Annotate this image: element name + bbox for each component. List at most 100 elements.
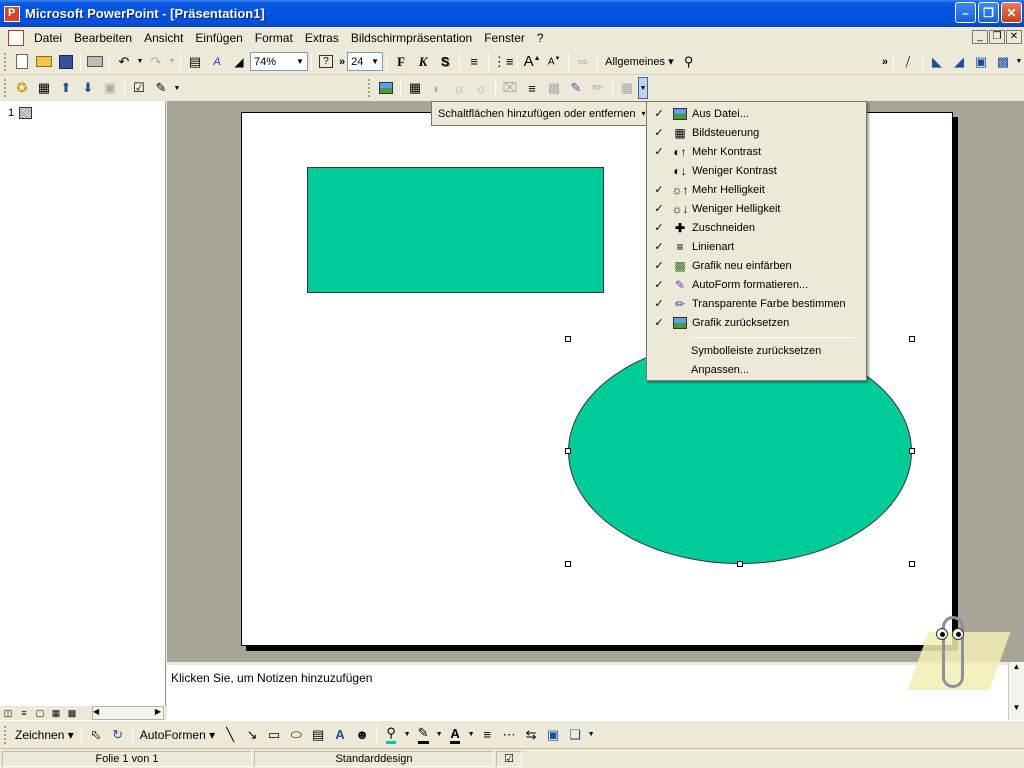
bold-button[interactable]: F (390, 51, 412, 73)
toolbar-options-chevron[interactable]: » (880, 56, 890, 68)
slide-view-icon[interactable]: ▢ (32, 708, 48, 719)
toolbar-btn-2[interactable]: ▦ (33, 77, 55, 99)
line-color-button[interactable]: ✎ (412, 724, 434, 746)
menu-datei[interactable]: Datei (28, 28, 68, 48)
menu-item-grafik-neu-einfaerben[interactable]: ✓ ▩ Grafik neu einfärben (648, 256, 867, 275)
fill-color-dropdown[interactable]: ▼ (402, 724, 412, 746)
picture-toolbar-options[interactable]: ▼ (638, 77, 648, 99)
redo-button[interactable]: ↷ (145, 51, 167, 73)
3d-button[interactable]: ❏ (564, 724, 586, 746)
toolbar-btn-6[interactable]: ☑ (128, 77, 150, 99)
font-color-dropdown[interactable]: ▼ (466, 724, 476, 746)
fill-color-button[interactable]: ▩ (992, 51, 1014, 73)
menu-item-autoform-formatieren[interactable]: ✓ ✎ AutoForm formatieren... (648, 275, 867, 294)
reset-toolbar-item[interactable]: Symbolleiste zurücksetzen (691, 345, 821, 357)
slide-thumbnail-icon[interactable] (19, 107, 32, 119)
menu-fenster[interactable]: Fenster (478, 28, 531, 48)
toolbar-btn-dropdown[interactable]: ▼ (172, 77, 182, 99)
insert-new-slide-button[interactable]: ▤ (184, 51, 206, 73)
grayscale-button[interactable]: ◢ (228, 51, 250, 73)
recolor-button[interactable]: ▩ (543, 77, 565, 99)
order-button[interactable]: ▣ (970, 51, 992, 73)
menu-item-mehr-kontrast[interactable]: ✓ ◐↑ Mehr Kontrast (648, 142, 867, 161)
help-button[interactable]: ? (315, 51, 337, 73)
restore-button[interactable]: ❐ (978, 2, 999, 23)
toolbar-btn-4[interactable]: ⬇ (77, 77, 99, 99)
less-brightness-button[interactable]: ☼ (470, 77, 492, 99)
decrease-font-button[interactable]: A▼ (543, 51, 565, 73)
close-button[interactable]: ✕ (1001, 2, 1022, 23)
resize-handle[interactable] (737, 561, 743, 567)
notes-pane[interactable]: Klicken Sie, um Notizen hinzuzufügen (167, 662, 1008, 720)
arrow-button[interactable]: ↘ (241, 724, 263, 746)
scroll-left-icon[interactable]: ◀ (93, 707, 99, 716)
toolbar-btn-5[interactable]: ▣ (99, 77, 121, 99)
shadow-button[interactable]: S (434, 51, 456, 73)
menu-einfuegen[interactable]: Einfügen (189, 28, 248, 48)
fill-color-button[interactable]: ⚲ (380, 724, 402, 746)
toolbar-grip[interactable] (4, 79, 8, 97)
customize-item[interactable]: Anpassen... (691, 364, 749, 376)
fill-color-dropdown[interactable]: ▼ (1014, 51, 1024, 73)
draw-menu-button[interactable]: Zeichnen ▾ (11, 728, 78, 742)
resize-handle[interactable] (909, 448, 915, 454)
more-contrast-button[interactable]: ◐ (426, 77, 448, 99)
menu-bildschirmpraesentation[interactable]: Bildschirmpräsentation (345, 28, 478, 48)
toolbar-grip[interactable] (4, 725, 8, 744)
drawing-toolbar-options[interactable]: ▼ (586, 724, 596, 746)
clipart-button[interactable]: ☻ (351, 724, 373, 746)
chevron-down-icon[interactable]: ▼ (293, 53, 307, 70)
document-icon[interactable] (8, 30, 24, 46)
menu-bearbeiten[interactable]: Bearbeiten (68, 28, 138, 48)
menu-extras[interactable]: Extras (299, 28, 345, 48)
menu-help[interactable]: ? (531, 28, 550, 48)
rectangle-shape[interactable] (307, 167, 604, 293)
rectangle-button[interactable]: ▭ (263, 724, 285, 746)
outline-view-icon[interactable]: ≡ (16, 708, 32, 718)
send-backward-button[interactable]: ◢ (948, 51, 970, 73)
line-color-button[interactable]: ⧸ (897, 51, 919, 73)
toolbar-btn-7[interactable]: ✎ (150, 77, 172, 99)
menu-item-weniger-helligkeit[interactable]: ✓ ☼↓ Weniger Helligkeit (648, 199, 867, 218)
minimize-button[interactable]: – (955, 2, 976, 23)
menu-item-transparente-farbe[interactable]: ✓ ✏ Transparente Farbe bestimmen (648, 294, 867, 313)
bullets-button[interactable]: ⋮≡ (492, 51, 514, 73)
shadow-button[interactable]: ▣ (542, 724, 564, 746)
menu-ansicht[interactable]: Ansicht (138, 28, 189, 48)
menu-format[interactable]: Format (249, 28, 299, 48)
select-objects-button[interactable]: ⬁ (85, 724, 107, 746)
font-color-button[interactable]: A (444, 724, 466, 746)
scroll-up-icon[interactable]: ▲ (1009, 662, 1024, 671)
menu-item-zuschneiden[interactable]: ✓ ✚ Zuschneiden (648, 218, 867, 237)
more-brightness-button[interactable]: ☼ (448, 77, 470, 99)
slideshow-icon[interactable]: ▩ (64, 708, 80, 719)
menu-item-aus-datei[interactable]: ✓ Aus Datei... (648, 104, 867, 123)
line-color-dropdown[interactable]: ▼ (434, 724, 444, 746)
text-box-button[interactable]: ▤ (307, 724, 329, 746)
reset-picture-button[interactable]: ▦ (616, 77, 638, 99)
resize-handle[interactable] (909, 336, 915, 342)
format-painter-button[interactable]: ⚲ (678, 51, 700, 73)
wordart-button[interactable]: A (329, 724, 351, 746)
expand-button[interactable]: A (206, 51, 228, 73)
spelling-status-icon[interactable]: ☑ (496, 750, 522, 767)
toolbar-grip[interactable] (4, 52, 8, 71)
normal-view-icon[interactable]: ◫ (0, 708, 16, 719)
italic-button[interactable]: K (412, 51, 434, 73)
resize-handle[interactable] (565, 448, 571, 454)
arrow-style-button[interactable]: ⇆ (520, 724, 542, 746)
menu-item-grafik-zuruecksetzen[interactable]: ✓ Grafik zurücksetzen (648, 313, 867, 332)
scroll-down-icon[interactable]: ▼ (1009, 703, 1024, 712)
scroll-right-icon[interactable]: ▶ (155, 707, 161, 716)
align-left-button[interactable]: ≡ (463, 51, 485, 73)
format-autoshape-button[interactable]: ✎ (565, 77, 587, 99)
bring-forward-button[interactable]: ◣ (926, 51, 948, 73)
save-button[interactable] (55, 51, 77, 73)
chevron-down-icon[interactable]: ▼ (368, 53, 382, 70)
set-transparent-button[interactable]: ✏ (587, 77, 609, 99)
autoshapes-menu-button[interactable]: AutoFormen ▾ (136, 728, 219, 742)
font-size-combo[interactable]: 24 ▼ (347, 52, 384, 71)
menu-item-weniger-kontrast[interactable]: ◐↓ Weniger Kontrast (648, 161, 867, 180)
toolbar-btn-3[interactable]: ⬆ (55, 77, 77, 99)
picture-toolbar-grip[interactable] (368, 79, 372, 97)
